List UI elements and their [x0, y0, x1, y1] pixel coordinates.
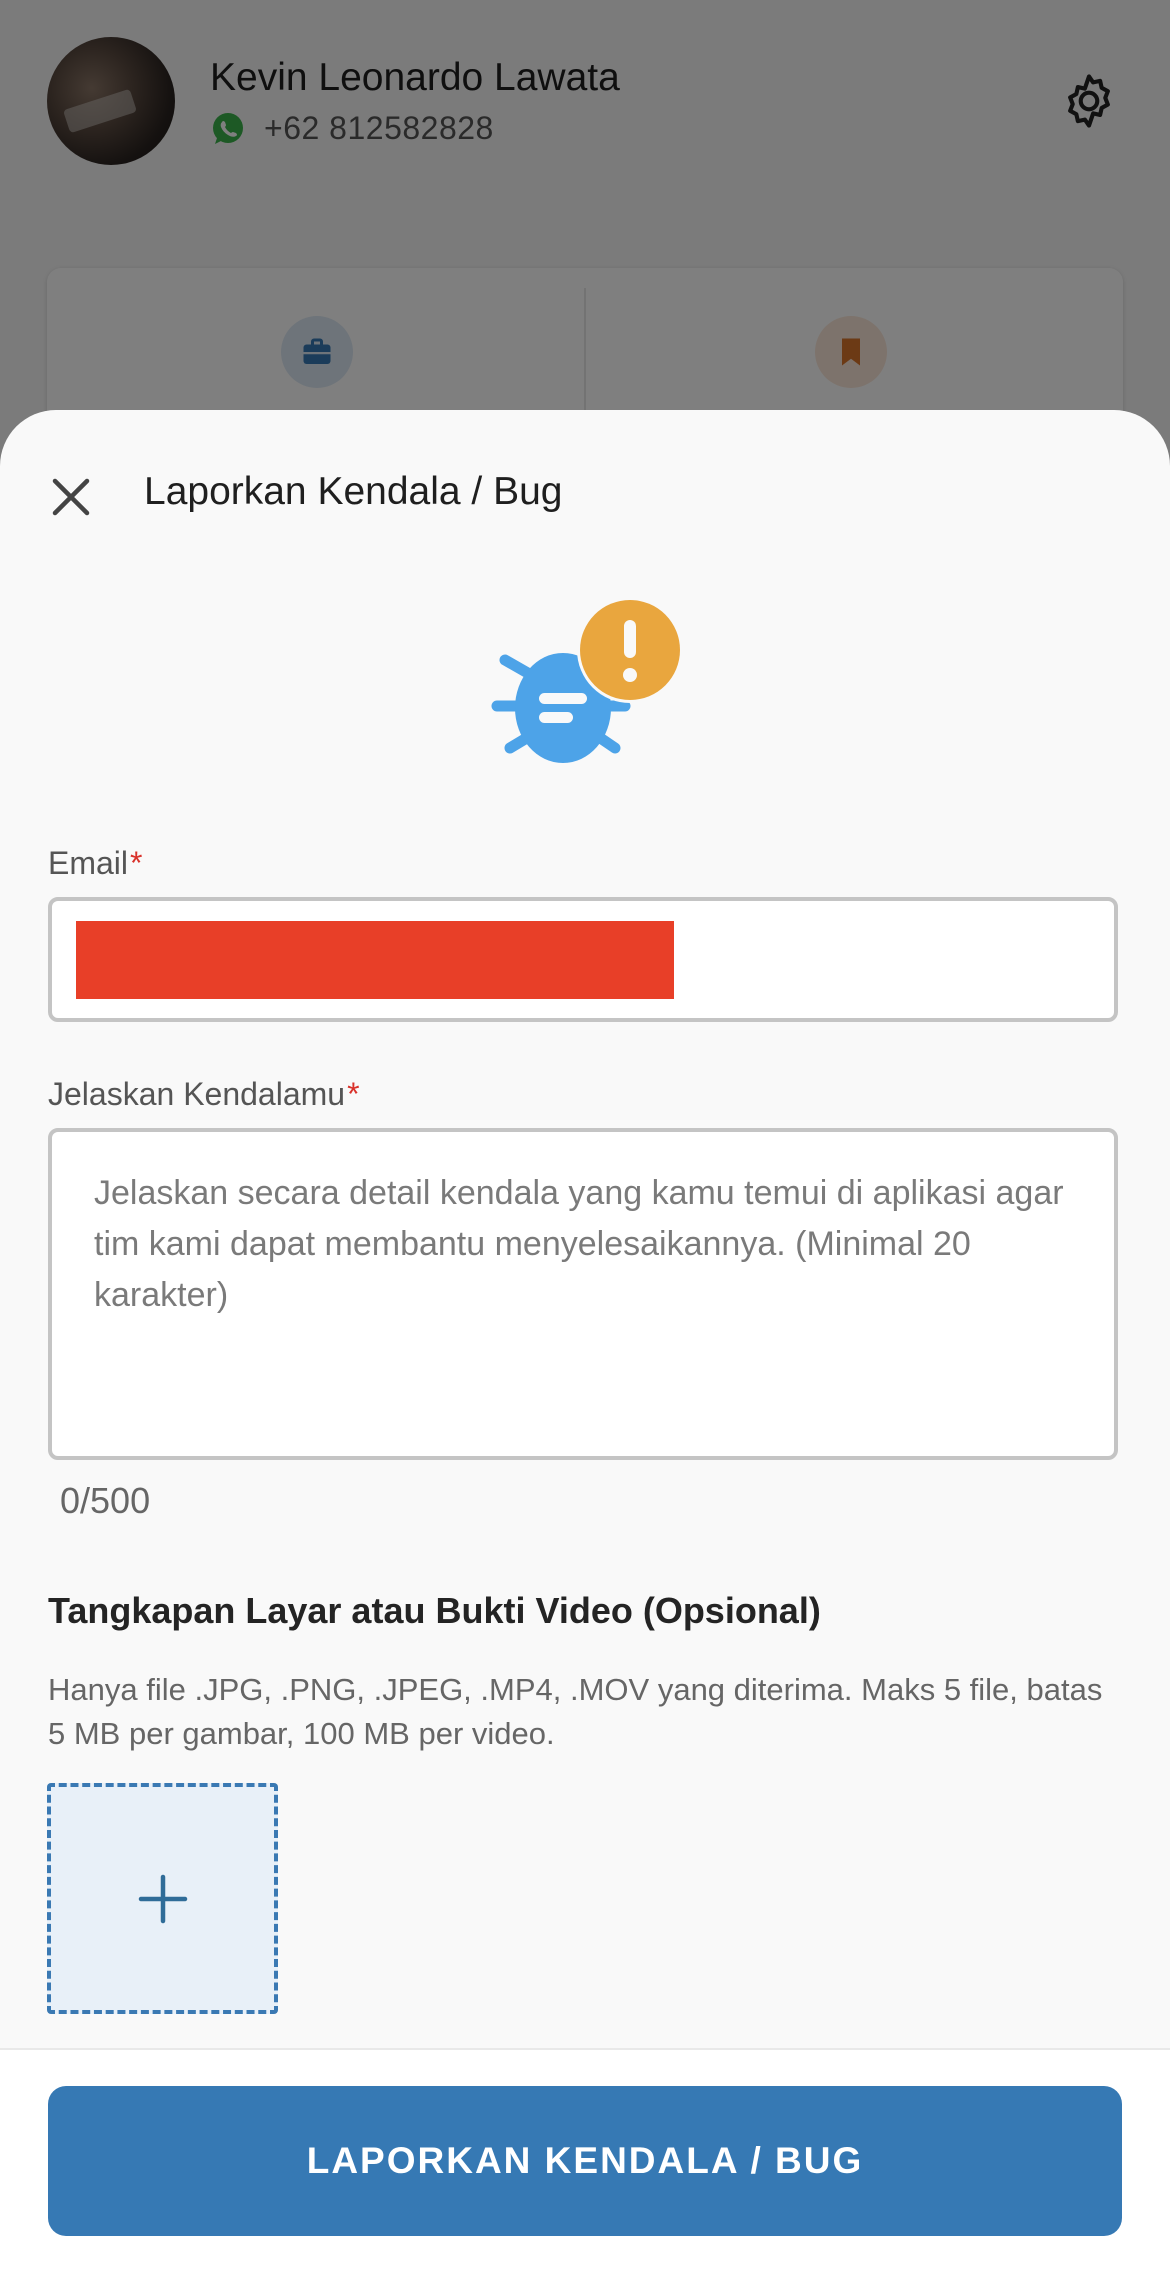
description-label: Jelaskan Kendalamu* — [48, 1076, 360, 1112]
close-icon[interactable] — [46, 472, 96, 522]
bug-alert-icon — [491, 598, 683, 763]
email-field[interactable] — [48, 897, 1118, 1022]
email-label: Email* — [48, 845, 143, 881]
email-redaction — [76, 921, 674, 999]
submit-report-button[interactable]: LAPORKAN KENDALA / BUG — [48, 2086, 1122, 2236]
add-attachment-button[interactable] — [47, 1783, 278, 2014]
upload-title: Tangkapan Layar atau Bukti Video (Opsion… — [48, 1590, 821, 1631]
required-mark: * — [347, 1076, 360, 1112]
upload-hint: Hanya file .JPG, .PNG, .JPEG, .MP4, .MOV… — [48, 1672, 1103, 1751]
character-counter: 0/500 — [60, 1480, 151, 1521]
bottom-action-bar: LAPORKAN KENDALA / BUG — [0, 2048, 1170, 2270]
required-mark: * — [130, 845, 143, 881]
plus-icon — [138, 1874, 188, 1924]
sheet-title: Laporkan Kendala / Bug — [144, 470, 563, 513]
description-textarea[interactable] — [48, 1128, 1118, 1460]
report-bug-sheet: Laporkan Kendala / Bug Email* Jelaskan K… — [0, 410, 1170, 2270]
